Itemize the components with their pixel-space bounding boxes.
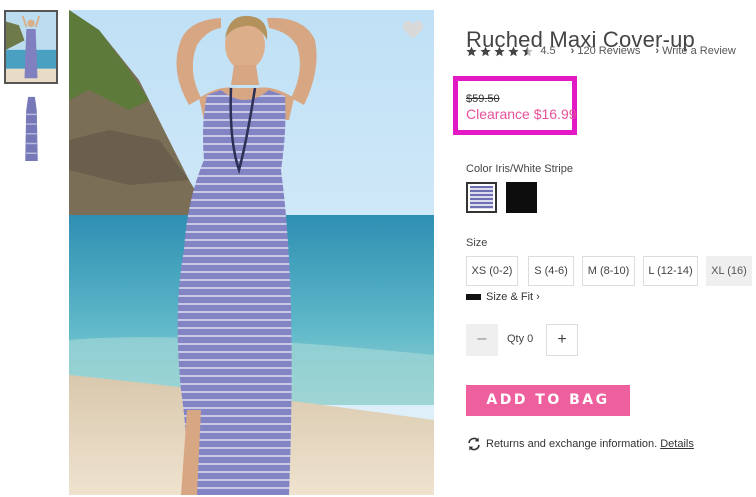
original-price: $59.50 <box>466 93 500 105</box>
size-label: Size <box>466 237 488 249</box>
quantity-minus-button[interactable]: – <box>466 324 498 356</box>
selected-color: Iris/White Stripe <box>495 163 573 175</box>
half-star-icon <box>522 46 533 56</box>
product-main-image <box>69 10 434 495</box>
rating-value: 4.5 <box>540 45 556 58</box>
star-icon <box>494 46 505 56</box>
thumbnail-image <box>6 12 56 82</box>
ruler-icon <box>466 294 481 301</box>
returns-details-link[interactable]: Details <box>660 438 694 450</box>
reviews-link[interactable]: › 120 Reviews <box>571 45 641 57</box>
color-label-row: Color Iris/White Stripe <box>466 163 573 175</box>
quantity-value: Qty 0 <box>507 333 534 345</box>
size-option-l[interactable]: L (12-14) <box>643 256 698 286</box>
thumbnail-list <box>4 10 60 170</box>
star-icon <box>466 46 477 56</box>
chevron-right-icon: › <box>655 45 660 58</box>
size-option-xl[interactable]: XL (16) <box>706 256 752 286</box>
exchange-arrows-icon <box>468 437 480 451</box>
thumbnail-product-photo[interactable] <box>4 90 58 164</box>
chevron-right-icon: › <box>570 45 575 58</box>
swatch-iris-white-stripe[interactable] <box>466 182 497 213</box>
model-photo <box>69 10 434 495</box>
write-review-label: Write a Review <box>662 45 736 58</box>
returns-text: Returns and exchange information. <box>486 437 658 450</box>
star-rating <box>466 45 533 57</box>
write-review-link[interactable]: › Write a Review <box>655 45 735 57</box>
chevron-right-icon: › <box>533 291 540 303</box>
size-option-s[interactable]: S (4-6) <box>528 256 574 286</box>
size-fit-label: Size & Fit <box>486 291 534 303</box>
reviews-link-label: 120 Reviews <box>577 45 641 58</box>
thumbnail-model-photo[interactable] <box>4 10 58 84</box>
size-fit-link[interactable]: Size & Fit › <box>466 291 540 303</box>
returns-info: Returns and exchange information. Details <box>466 437 694 451</box>
clearance-price: Clearance $16.99 <box>466 106 577 122</box>
rating-row: 4.5 › 120 Reviews › Write a Review <box>466 45 736 57</box>
thumbnail-image <box>5 91 57 163</box>
add-to-bag-button[interactable]: ADD TO BAG <box>466 385 630 416</box>
star-icon <box>480 46 491 56</box>
color-label: Color <box>466 163 493 175</box>
quantity-plus-button[interactable]: + <box>546 324 578 356</box>
size-option-xs[interactable]: XS (0-2) <box>466 256 518 286</box>
favorite-heart-icon[interactable] <box>402 20 424 40</box>
swatch-black[interactable] <box>506 182 537 213</box>
swatch-fill <box>470 186 493 209</box>
star-icon <box>508 46 519 56</box>
size-option-m[interactable]: M (8-10) <box>582 256 635 286</box>
